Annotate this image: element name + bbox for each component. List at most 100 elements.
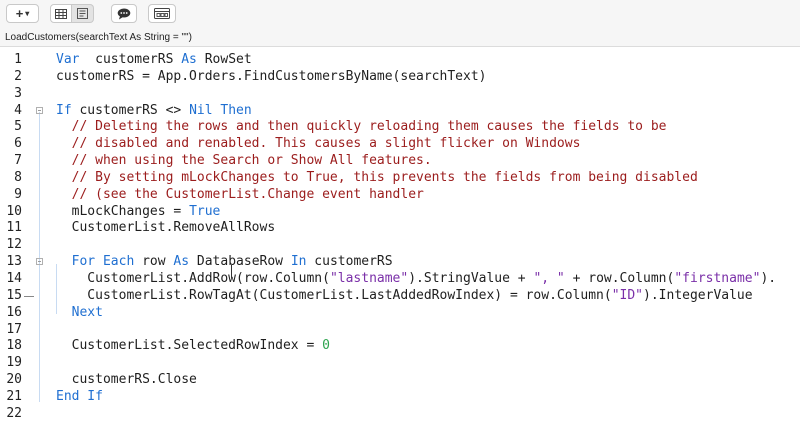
code-token: customerRS — [79, 52, 182, 67]
code-line[interactable]: 16 Next — [0, 305, 800, 322]
code-token: Var — [56, 52, 80, 67]
code-token: True — [189, 203, 221, 219]
line-number: 10 — [6, 203, 22, 219]
code-token: CustomerList.AddRow(row.Column( — [56, 270, 330, 286]
code-line[interactable]: 9 // (see the CustomerList.Change event … — [0, 187, 800, 204]
code-text: // (see the CustomerList.Change event ha… — [56, 187, 424, 204]
code-text: Var customerRS As RowSet — [56, 52, 252, 69]
code-line[interactable]: 20 customerRS.Close — [0, 372, 800, 389]
line-number: 3 — [14, 85, 22, 101]
line-number: 22 — [6, 405, 22, 421]
code-text: For Each row As DatabaseRow In customerR… — [56, 254, 393, 271]
chevron-down-icon: ▾ — [25, 9, 30, 18]
code-token: // disabled and renabled. This causes a … — [71, 136, 581, 152]
editor-toolbar: + ▾ — [0, 0, 800, 30]
table-view-button[interactable] — [50, 4, 72, 23]
code-line[interactable]: 14 CustomerList.AddRow(row.Column("lastn… — [0, 271, 800, 288]
code-token: customerRS.Close — [56, 372, 197, 388]
code-token: // Deleting the rows and then quickly re… — [71, 119, 667, 135]
line-number: 12 — [6, 237, 22, 253]
code-token: + row.Column( — [564, 270, 675, 286]
code-line[interactable]: 22 — [0, 406, 800, 423]
line-number: 7 — [14, 153, 22, 169]
code-text: // when using the Search or Show All fea… — [56, 153, 432, 170]
fold-toggle-icon[interactable] — [36, 106, 43, 114]
code-line[interactable]: 8 // By setting mLockChanges to True, th… — [0, 170, 800, 187]
line-number: 17 — [6, 321, 22, 337]
speech-bubble-icon — [117, 8, 131, 19]
code-token: As — [181, 52, 197, 67]
line-number: 14 — [6, 270, 22, 286]
code-line[interactable]: 18 CustomerList.SelectedRowIndex = 0 — [0, 338, 800, 355]
code-text: CustomerList.RemoveAllRows — [56, 220, 276, 237]
code-line[interactable]: 7 // when using the Search or Show All f… — [0, 153, 800, 170]
line-number: 15 — [0, 288, 34, 305]
code-line[interactable]: 4 If customerRS <> Nil Then — [0, 103, 800, 120]
code-line[interactable]: 5 // Deleting the rows and then quickly … — [0, 119, 800, 136]
code-token: row — [134, 254, 174, 270]
code-token: customerRS <> — [71, 102, 190, 118]
code-token: "firstname" — [674, 270, 761, 286]
layout-button[interactable] — [148, 4, 176, 23]
code-line[interactable]: 1 Var customerRS As RowSet — [0, 52, 800, 69]
code-token: CustomerList.RemoveAllRows — [56, 220, 276, 236]
code-text: // Deleting the rows and then quickly re… — [56, 119, 667, 136]
code-text: // disabled and renabled. This causes a … — [56, 136, 581, 153]
code-token: End If — [56, 388, 103, 404]
code-token: RowSet — [196, 52, 252, 67]
line-number: 11 — [6, 220, 22, 236]
code-token: CustomerList.SelectedRowIndex = — [56, 338, 323, 354]
line-number: 5 — [14, 119, 22, 135]
code-line[interactable]: 19 — [0, 355, 800, 372]
code-token: If — [56, 102, 72, 118]
code-editor[interactable]: 1 Var customerRS As RowSet 2 customerRS = A… — [0, 52, 800, 423]
code-text: CustomerList.AddRow(row.Column("lastname… — [56, 271, 776, 288]
code-token: DatabaseRow — [189, 254, 291, 270]
code-line[interactable]: 15 CustomerList.RowTagAt(CustomerList.La… — [0, 288, 800, 305]
code-token: In — [290, 254, 307, 270]
code-token: CustomerList.RowTagAt(CustomerList.LastA… — [56, 287, 612, 303]
fold-toggle-icon[interactable] — [36, 258, 43, 266]
line-number: 9 — [14, 186, 22, 202]
code-view-button[interactable] — [72, 4, 94, 23]
code-line[interactable]: 3 — [0, 86, 800, 103]
line-number: 19 — [6, 355, 22, 371]
code-text: customerRS = App.Orders.FindCustomersByN… — [56, 69, 486, 86]
code-token: // (see the CustomerList.Change event ha… — [71, 186, 424, 202]
code-text: CustomerList.RowTagAt(CustomerList.LastA… — [56, 287, 752, 305]
line-number: 16 — [6, 304, 22, 320]
code-text: End If — [56, 389, 103, 406]
code-line[interactable]: 12 — [0, 237, 800, 254]
add-item-button[interactable]: + ▾ — [6, 4, 39, 23]
code-token: For Each — [71, 254, 135, 270]
window-layout-icon — [154, 8, 170, 19]
code-text: mLockChanges = True — [56, 203, 221, 221]
code-line[interactable]: 11 CustomerList.RemoveAllRows — [0, 220, 800, 237]
view-mode-segmented-control — [50, 4, 94, 23]
line-number: 1 — [14, 52, 22, 67]
code-line[interactable]: 6 // disabled and renabled. This causes … — [0, 136, 800, 153]
line-number: 13 — [6, 254, 22, 270]
code-token: As — [173, 254, 190, 270]
line-number: 6 — [14, 136, 22, 152]
line-number: 8 — [14, 169, 22, 185]
code-line[interactable]: 10 mLockChanges = True — [0, 204, 800, 221]
code-text: Next — [56, 305, 103, 322]
method-signature: LoadCustomers(searchText As String = "") — [5, 32, 192, 43]
comment-button[interactable] — [111, 4, 137, 23]
code-text: CustomerList.SelectedRowIndex = 0 — [56, 338, 330, 355]
code-line[interactable]: 21 End If — [0, 389, 800, 406]
code-line[interactable]: 13 For Each row As DatabaseRow In custom… — [0, 254, 800, 271]
code-token: customerRS = App.Orders.FindCustomersByN… — [56, 68, 487, 84]
code-token: Nil — [189, 102, 213, 118]
code-token: customerRS — [306, 254, 393, 270]
code-line[interactable]: 2 customerRS = App.Orders.FindCustomersBy… — [0, 69, 800, 86]
code-line[interactable]: 17 — [0, 322, 800, 339]
code-token: // By setting mLockChanges to True, this… — [71, 169, 698, 185]
line-number: 18 — [6, 338, 22, 354]
